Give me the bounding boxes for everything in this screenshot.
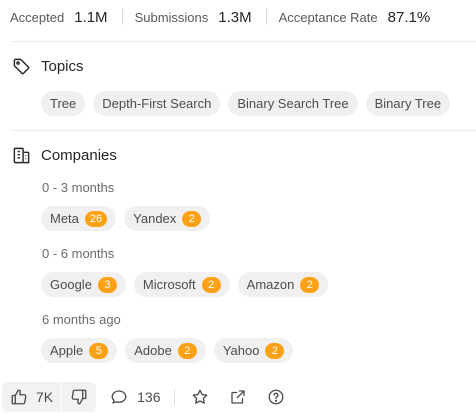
section-title: Companies — [41, 147, 117, 164]
company-name: Microsoft — [142, 277, 196, 292]
divider — [10, 41, 476, 42]
company-tag[interactable]: Amazon 2 — [237, 272, 329, 297]
tag-icon — [12, 57, 31, 76]
count-badge: 2 — [177, 342, 197, 359]
company-list: Apple 5 Adobe 2 Yahoo 2 — [41, 338, 301, 363]
thumbs-up-icon — [10, 388, 28, 406]
stat-acceptance-rate: Acceptance Rate 87.1% — [279, 9, 431, 26]
companies-header[interactable]: Companies — [12, 146, 117, 165]
topic-tag[interactable]: Depth-First Search — [93, 91, 221, 116]
stats-bar: Accepted 1.1M Submissions 1.3M Acceptanc… — [0, 0, 476, 34]
stat-value: 1.1M — [74, 8, 108, 26]
vote-group: 7K — [2, 382, 97, 412]
stat-label: Accepted — [10, 9, 65, 25]
stat-label: Acceptance Rate — [278, 9, 378, 25]
share-icon — [229, 388, 247, 406]
share-button[interactable] — [223, 382, 253, 412]
comment-count: 136 — [137, 389, 161, 405]
company-tag[interactable]: Google 3 — [41, 272, 126, 297]
count-badge: 26 — [84, 210, 108, 227]
stat-label: Submissions — [134, 9, 209, 25]
help-icon — [267, 388, 285, 406]
action-bar: 7K 136 — [0, 378, 476, 416]
company-name: Yandex — [133, 211, 177, 226]
divider — [10, 130, 476, 131]
favorite-button[interactable] — [185, 382, 215, 412]
divider — [121, 9, 123, 25]
topics-header[interactable]: Topics — [12, 57, 84, 76]
dislike-button[interactable] — [62, 382, 96, 412]
company-name: Amazon — [246, 277, 295, 292]
stat-submissions: Submissions 1.3M — [135, 9, 252, 26]
stat-value: 1.3M — [218, 8, 252, 26]
company-tag[interactable]: Yandex 2 — [124, 206, 211, 231]
like-count: 7K — [36, 389, 54, 405]
company-list: Meta 26 Yandex 2 — [41, 206, 218, 231]
count-badge: 2 — [265, 342, 285, 359]
count-badge: 2 — [300, 276, 320, 293]
company-tag[interactable]: Microsoft 2 — [133, 272, 230, 297]
company-list: Google 3 Microsoft 2 Amazon 2 — [41, 272, 336, 297]
divider — [265, 9, 267, 25]
building-icon — [12, 146, 31, 165]
star-icon — [191, 388, 209, 406]
count-badge: 3 — [97, 276, 117, 293]
section-title: Topics — [41, 58, 84, 75]
like-button[interactable]: 7K — [2, 382, 61, 412]
count-badge: 2 — [201, 276, 221, 293]
company-tag[interactable]: Yahoo 2 — [213, 338, 294, 363]
company-name: Adobe — [134, 343, 172, 358]
topic-tag[interactable]: Tree — [41, 91, 86, 116]
period-label: 6 months ago — [42, 312, 121, 327]
company-name: Apple — [50, 343, 84, 358]
period-label: 0 - 3 months — [42, 180, 115, 195]
company-tag[interactable]: Adobe 2 — [125, 338, 206, 363]
topic-tags: Tree Depth-First Search Binary Search Tr… — [41, 91, 458, 116]
topic-tag[interactable]: Binary Tree — [365, 91, 451, 116]
company-name: Meta — [50, 211, 79, 226]
stat-accepted: Accepted 1.1M — [10, 9, 108, 26]
period-label: 0 - 6 months — [42, 246, 115, 261]
help-button[interactable] — [261, 382, 291, 412]
comments-button[interactable]: 136 — [110, 382, 160, 412]
count-badge: 2 — [182, 210, 202, 227]
divider — [174, 389, 176, 405]
company-name: Google — [50, 277, 92, 292]
topic-tag[interactable]: Binary Search Tree — [228, 91, 358, 116]
comment-icon — [110, 388, 128, 406]
company-tag[interactable]: Apple 5 — [41, 338, 118, 363]
stat-value: 87.1% — [387, 8, 431, 26]
count-badge: 5 — [89, 342, 109, 359]
company-name: Yahoo — [222, 343, 260, 358]
thumbs-down-icon — [70, 388, 88, 406]
company-tag[interactable]: Meta 26 — [41, 206, 117, 231]
